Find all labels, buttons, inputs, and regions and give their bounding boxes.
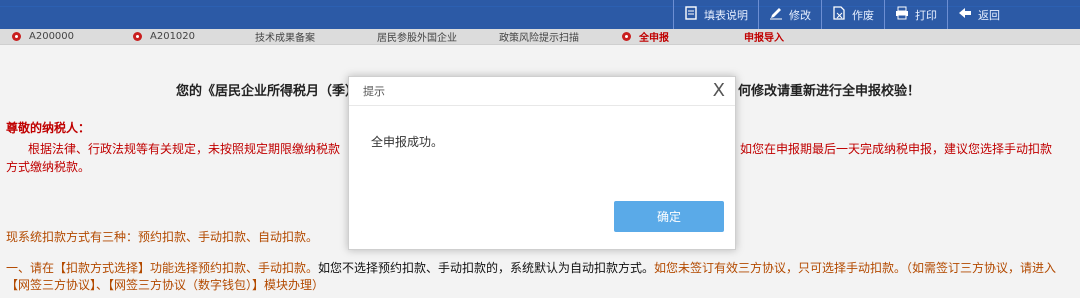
tab-a201020[interactable]: A201020	[133, 31, 195, 42]
rule-one-part2: 如您不选择预约扣款、手动扣款的，系统默认为自动扣款方式。	[318, 261, 655, 275]
tab-label: A201020	[150, 31, 196, 42]
ok-button[interactable]: 确定	[614, 201, 724, 232]
action-toolbar: 填表说明 修改 作废 打印 返回	[673, 0, 1010, 29]
notice-text-1: 根据法律、行政法规等有关规定，未按照规定期限缴纳税款	[28, 142, 341, 156]
rule-one: 一、请在【扣款方式选择】功能选择预约扣款、手动扣款。如您不选择预约扣款、手动扣款…	[6, 260, 1074, 294]
pencil-icon	[769, 6, 783, 23]
void-label: 作废	[852, 8, 874, 22]
back-icon	[958, 6, 972, 23]
tab-label: 政策风险提示扫描	[499, 33, 579, 44]
tab-label: 全申报	[639, 33, 669, 44]
back-label: 返回	[978, 8, 1000, 22]
headline-left: 您的《居民企业所得税月（季）	[176, 84, 359, 99]
tab-full-declaration[interactable]: 全申报	[622, 29, 669, 44]
tab-declaration-import[interactable]: 申报导入	[744, 29, 784, 44]
void-document-icon	[832, 6, 846, 23]
void-button[interactable]: 作废	[821, 0, 884, 29]
dialog-message: 全申报成功。	[371, 135, 444, 149]
edit-label: 修改	[789, 8, 811, 22]
rule-one-part1: 一、请在【扣款方式选择】功能选择预约扣款、手动扣款。	[6, 261, 319, 275]
top-toolbar-bar: 填表说明 修改 作废 打印 返回	[0, 0, 1080, 30]
salutation: 尊敬的纳税人：	[6, 121, 91, 135]
headline-right: 何修改请重新进行全申报校验！	[738, 84, 921, 99]
tab-label: 居民参股外国企业	[377, 33, 457, 44]
print-button[interactable]: 打印	[884, 0, 947, 29]
notice-text-3: 方式缴纳税款。	[6, 160, 91, 174]
edit-button[interactable]: 修改	[758, 0, 821, 29]
gear-icon	[133, 32, 142, 41]
close-icon[interactable]: X	[713, 81, 725, 101]
tab-a200000[interactable]: A200000	[12, 31, 74, 42]
fill-instructions-button[interactable]: 填表说明	[673, 0, 758, 29]
tab-tech-achievement-filing[interactable]: 技术成果备案	[255, 29, 315, 44]
printer-icon	[895, 6, 909, 23]
tab-label: 申报导入	[744, 33, 784, 44]
document-icon	[684, 6, 698, 23]
success-dialog: 提示 X 全申报成功。 确定	[348, 76, 736, 250]
back-button[interactable]: 返回	[947, 0, 1010, 29]
dialog-title: 提示	[349, 77, 735, 106]
gear-icon	[12, 32, 21, 41]
notice-text-2: ，如您在申报期最后一天完成纳税申报，建议您选择手动扣款	[728, 142, 1053, 156]
tab-policy-risk-scan[interactable]: 政策风险提示扫描	[499, 29, 579, 44]
tab-label: A200000	[29, 31, 75, 42]
gear-icon	[622, 32, 631, 41]
system-deduction-methods: 现系统扣款方式有三种：预约扣款、手动扣款、自动扣款。	[6, 230, 319, 244]
tab-label: 技术成果备案	[255, 33, 315, 44]
fill-instructions-label: 填表说明	[704, 8, 748, 22]
print-label: 打印	[915, 8, 937, 22]
form-tab-bar: A200000 A201020 技术成果备案 居民参股外国企业 政策风险提示扫描…	[0, 29, 1080, 45]
tab-foreign-enterprise-shareholding[interactable]: 居民参股外国企业	[377, 29, 457, 44]
